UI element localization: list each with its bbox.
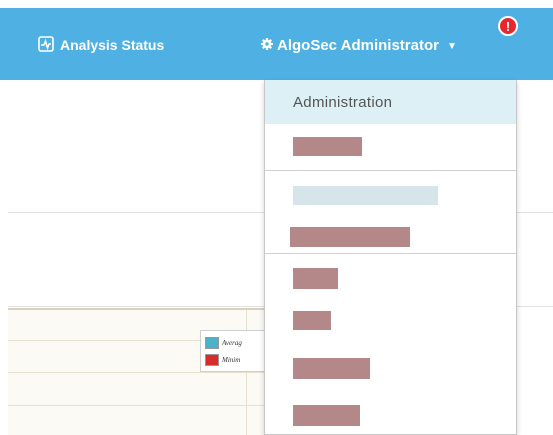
redacted-label: [293, 268, 338, 289]
chart-gridline: [8, 372, 278, 373]
legend-label: Averag: [222, 338, 242, 347]
analysis-status-link[interactable]: Analysis Status: [38, 34, 164, 56]
alert-icon[interactable]: !: [498, 16, 518, 36]
redacted-label: [293, 137, 362, 156]
chart-gridline: [8, 405, 278, 406]
redacted-label: [293, 311, 331, 330]
legend-item-average: Averag: [205, 334, 273, 351]
pulse-chart-icon: [38, 35, 54, 55]
menu-item-redacted[interactable]: [293, 358, 370, 379]
redacted-label: [290, 227, 410, 247]
menu-separator: [265, 170, 516, 171]
legend-swatch: [205, 336, 219, 349]
menu-item-redacted-disabled[interactable]: [293, 186, 438, 205]
chart-area: Averag Minim: [8, 308, 278, 435]
admin-user-menu[interactable]: AlgoSec Administrator ▼: [261, 34, 457, 56]
caret-down-icon: ▼: [446, 40, 457, 52]
gear-icon: [261, 37, 273, 54]
menu-item-redacted[interactable]: [293, 405, 360, 426]
legend-item-minimum: Minim: [205, 351, 273, 368]
legend-swatch: [205, 353, 219, 366]
menu-separator: [265, 253, 516, 254]
legend-label: Minim: [222, 355, 241, 364]
menu-item-redacted[interactable]: [290, 227, 410, 247]
dropdown-header-administration[interactable]: Administration: [265, 80, 516, 124]
top-navigation-bar: Analysis Status AlgoSec Administrator ▼: [0, 8, 553, 80]
redacted-label: [293, 358, 370, 379]
chart-gridline: [246, 310, 247, 435]
menu-item-redacted[interactable]: [293, 137, 362, 156]
menu-item-redacted[interactable]: [293, 311, 331, 330]
menu-item-redacted[interactable]: [293, 268, 338, 289]
redacted-label: [293, 405, 360, 426]
admin-dropdown-menu: Administration: [264, 80, 517, 435]
admin-user-label: AlgoSec Administrator: [277, 36, 439, 54]
redacted-label: [293, 186, 438, 205]
analysis-status-label: Analysis Status: [60, 37, 165, 53]
